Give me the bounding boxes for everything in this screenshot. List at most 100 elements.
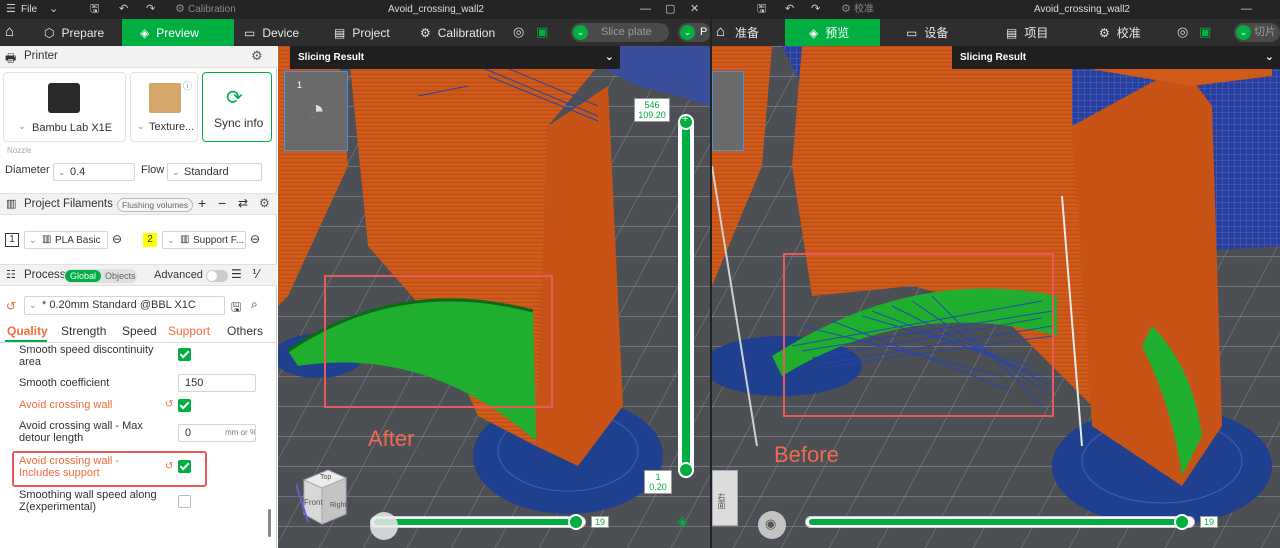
setting-smooth-coefficient-input[interactable]: 150 bbox=[178, 374, 256, 392]
move-slider[interactable] bbox=[370, 516, 586, 528]
chevron-down-icon[interactable]: ⌄ bbox=[1265, 46, 1274, 69]
move-slider[interactable] bbox=[805, 516, 1195, 528]
save-icon[interactable]: 🖫 bbox=[757, 2, 766, 16]
slicing-result-header[interactable]: Slicing Result ⌄ bbox=[952, 46, 1280, 69]
diameter-select[interactable]: ⌄ 0.4 bbox=[53, 163, 135, 181]
setting-smooth-speed-checkbox[interactable] bbox=[178, 348, 191, 361]
info-icon[interactable]: ⓘ bbox=[183, 79, 192, 92]
gear-icon[interactable]: ⚙ bbox=[259, 196, 270, 210]
move-slider-handle[interactable] bbox=[1174, 514, 1190, 530]
slicing-result-header[interactable]: Slicing Result ⌄ bbox=[290, 46, 620, 69]
tab-preview[interactable]: ◈ Preview bbox=[122, 19, 234, 46]
home-icon[interactable]: ⌂ bbox=[716, 23, 725, 40]
layers-icon[interactable]: ◈ bbox=[677, 513, 688, 530]
reset-icon[interactable]: ↺ bbox=[6, 299, 16, 313]
toggle-global[interactable]: Global bbox=[65, 270, 102, 282]
calibration-menu[interactable]: 校准 bbox=[854, 3, 874, 16]
multi-device-icon[interactable]: ▣ bbox=[1199, 24, 1211, 40]
tab-project[interactable]: ▤ Project bbox=[324, 19, 416, 46]
plate-card[interactable]: ⓘ ⌄ Texture... bbox=[130, 72, 198, 142]
add-icon[interactable]: + bbox=[198, 195, 206, 211]
chevron-down-icon[interactable]: ⌄ bbox=[49, 2, 58, 16]
tab-strength[interactable]: Strength bbox=[61, 324, 106, 338]
maximize-icon[interactable]: ▢ bbox=[665, 2, 675, 16]
viewport-after[interactable]: Slicing Result ⌄ 1 ◔ After 546 109.20 + … bbox=[278, 46, 710, 548]
tab-preview[interactable]: ◈ 预览 bbox=[785, 19, 880, 46]
home-icon[interactable]: ⌂ bbox=[5, 23, 14, 40]
advanced-switch[interactable] bbox=[206, 270, 228, 282]
setting-smoothing-wall-speed-checkbox[interactable] bbox=[178, 495, 191, 508]
save-icon[interactable]: 🖫 bbox=[90, 2, 99, 16]
view-cube[interactable]: 右面 bbox=[712, 470, 738, 526]
filament-2-select[interactable]: ⌄ ▥ Support F... bbox=[162, 231, 246, 249]
calibration-icon[interactable]: ⚙ bbox=[841, 2, 851, 16]
menu-icon[interactable]: ☰ bbox=[6, 2, 16, 16]
process-preset-select[interactable]: ⌄ * 0.20mm Standard @BBL X1C bbox=[24, 296, 225, 315]
undo-icon[interactable]: ↶ bbox=[785, 2, 794, 16]
target-icon[interactable]: ◎ bbox=[1177, 24, 1188, 40]
layer-slider-top-handle[interactable]: + bbox=[678, 113, 694, 130]
flow-select[interactable]: ⌄ Standard bbox=[167, 163, 262, 181]
list-icon[interactable]: ☰ bbox=[231, 267, 242, 281]
setting-avoid-crossing-wall-checkbox[interactable] bbox=[178, 399, 191, 412]
view-cube[interactable]: Top Front Right bbox=[295, 466, 352, 526]
filament-1-select[interactable]: ⌄ ▥ PLA Basic bbox=[24, 231, 108, 249]
chevron-down-icon: ⌄ bbox=[573, 25, 588, 40]
tab-others[interactable]: Others bbox=[227, 324, 263, 338]
close-icon[interactable]: ✕ bbox=[690, 2, 699, 16]
target-icon[interactable]: ◎ bbox=[513, 24, 524, 40]
tab-prepare[interactable]: 准备 bbox=[725, 19, 785, 46]
tab-quality[interactable]: Quality bbox=[7, 324, 48, 338]
calibration-menu[interactable]: Calibration bbox=[188, 3, 236, 16]
redo-icon[interactable]: ↷ bbox=[811, 2, 820, 16]
capture-button[interactable]: ◉ bbox=[758, 511, 786, 539]
setting-max-detour-input[interactable]: 0 mm or % bbox=[178, 424, 256, 442]
search-icon[interactable]: ⌕ bbox=[251, 297, 258, 312]
print-plate-button[interactable]: ⌄ P bbox=[678, 23, 711, 42]
tab-calibration[interactable]: ⚙ 校准 bbox=[1089, 19, 1159, 46]
multi-device-icon[interactable]: ▣ bbox=[536, 24, 548, 40]
plate-thumbnail[interactable] bbox=[712, 71, 744, 151]
tab-calibration[interactable]: ⚙ Calibration bbox=[410, 19, 510, 46]
toggle-objects[interactable]: Objects bbox=[105, 270, 136, 282]
gear-icon[interactable]: ⚙ bbox=[251, 48, 263, 64]
compare-icon[interactable]: ⅟ bbox=[252, 267, 259, 281]
undo-icon[interactable]: ↶ bbox=[119, 2, 128, 16]
file-menu[interactable]: File bbox=[21, 3, 37, 16]
highlight-box-before bbox=[783, 253, 1054, 417]
minimize-icon[interactable]: — bbox=[640, 2, 651, 16]
viewport-before[interactable]: Slicing Result ⌄ Before 19 ◉ 右面 bbox=[712, 46, 1280, 548]
minimize-icon[interactable]: — bbox=[1241, 2, 1252, 16]
move-slider-handle[interactable] bbox=[568, 514, 584, 530]
sync-filament-icon[interactable]: ⇄ bbox=[238, 196, 248, 210]
reset-icon[interactable]: ↺ bbox=[165, 461, 173, 472]
filament-2-edit-icon[interactable]: ⊖ bbox=[250, 232, 260, 246]
tab-project[interactable]: ▤ 项目 bbox=[996, 19, 1066, 46]
tab-device[interactable]: ▭ 设备 bbox=[896, 19, 966, 46]
panel-scrollbar[interactable] bbox=[268, 509, 271, 537]
reset-icon[interactable]: ↺ bbox=[165, 399, 173, 410]
tab-prepare[interactable]: ⬡ Prepare bbox=[34, 19, 122, 46]
flushing-volumes-button[interactable]: Flushing volumes bbox=[117, 198, 194, 212]
global-objects-toggle[interactable]: Global Objects bbox=[64, 269, 137, 283]
tab-speed[interactable]: Speed bbox=[122, 324, 157, 338]
slice-plate-button[interactable]: ⌄ 切片 bbox=[1234, 23, 1280, 42]
layer-slider-track[interactable] bbox=[678, 118, 694, 478]
save-preset-icon[interactable]: 🖫 bbox=[231, 298, 241, 319]
plate-thumbnail[interactable]: 1 ◔ bbox=[284, 71, 348, 151]
remove-icon[interactable]: − bbox=[218, 195, 226, 211]
calibration-icon: ⚙ bbox=[420, 25, 431, 40]
sync-info-button[interactable]: ⟳ Sync info bbox=[202, 72, 272, 142]
plate-name: Texture... bbox=[149, 121, 195, 133]
play-button[interactable] bbox=[370, 512, 398, 540]
tab-support[interactable]: Support bbox=[168, 324, 210, 338]
chevron-down-icon[interactable]: ⌄ bbox=[605, 46, 614, 69]
calibration-icon[interactable]: ⚙ bbox=[175, 2, 185, 16]
filament-1-edit-icon[interactable]: ⊖ bbox=[112, 232, 122, 246]
tab-device[interactable]: ▭ Device bbox=[234, 19, 324, 46]
setting-includes-support-checkbox[interactable] bbox=[178, 460, 191, 473]
redo-icon[interactable]: ↷ bbox=[146, 2, 155, 16]
printer-card[interactable]: ⌄ Bambu Lab X1E bbox=[3, 72, 126, 142]
layer-slider-bottom-handle[interactable] bbox=[678, 462, 694, 478]
slice-plate-button[interactable]: ⌄ Slice plate bbox=[571, 23, 669, 42]
